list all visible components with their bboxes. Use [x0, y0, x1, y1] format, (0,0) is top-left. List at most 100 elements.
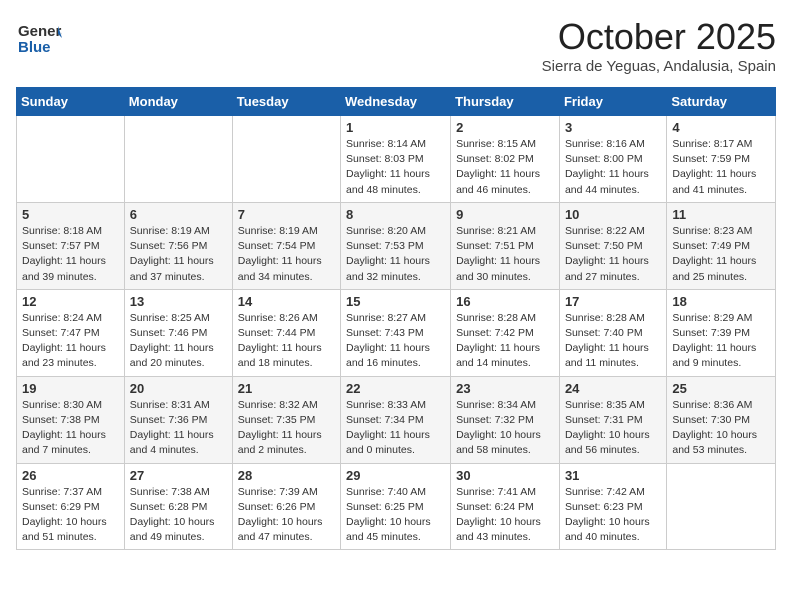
day-info: Sunrise: 7:40 AMSunset: 6:25 PMDaylight:… [346, 485, 445, 546]
calendar-cell: 1Sunrise: 8:14 AMSunset: 8:03 PMDaylight… [341, 116, 451, 203]
day-info: Sunrise: 8:23 AMSunset: 7:49 PMDaylight:… [672, 224, 770, 285]
day-number: 12 [22, 294, 119, 309]
calendar-cell: 26 Sunrise: 7:37 AMSunset: 6:29 PMDayligh… [17, 463, 125, 550]
day-number: 26 [22, 468, 119, 483]
day-info: Sunrise: 7:39 AMSunset: 6:26 PMDaylight:… [238, 485, 335, 546]
calendar-week-3: 12 Sunrise: 8:24 AMSunset: 7:47 PMDayligh… [17, 289, 776, 376]
day-info: Sunrise: 8:22 AMSunset: 7:50 PMDaylight:… [565, 224, 661, 285]
day-number: 20 [130, 381, 227, 396]
day-number: 17 [565, 294, 661, 309]
calendar-cell: 22 Sunrise: 8:33 AMSunset: 7:34 PMDayligh… [341, 376, 451, 463]
calendar-cell: 16 Sunrise: 8:28 AMSunset: 7:42 PMDayligh… [451, 289, 560, 376]
month-title: October 2025 [542, 16, 776, 58]
calendar-cell: 3 Sunrise: 8:16 AMSunset: 8:00 PMDaylight… [559, 116, 666, 203]
day-number: 13 [130, 294, 227, 309]
day-info: Sunrise: 8:19 AMSunset: 7:56 PMDaylight:… [130, 224, 227, 285]
logo: General Blue [16, 16, 62, 62]
day-info: Sunrise: 8:17 AMSunset: 7:59 PMDaylight:… [672, 137, 770, 198]
day-info: Sunrise: 8:35 AMSunset: 7:31 PMDaylight:… [565, 398, 661, 459]
calendar-cell: 17Sunrise: 8:28 AMSunset: 7:40 PMDayligh… [559, 289, 666, 376]
day-number: 1 [346, 120, 445, 135]
day-number: 28 [238, 468, 335, 483]
calendar-cell: 23Sunrise: 8:34 AMSunset: 7:32 PMDayligh… [451, 376, 560, 463]
calendar-table: SundayMondayTuesdayWednesdayThursdayFrid… [16, 87, 776, 550]
day-info: Sunrise: 7:41 AMSunset: 6:24 PMDaylight:… [456, 485, 554, 546]
calendar-week-4: 19 Sunrise: 8:30 AMSunset: 7:38 PMDayligh… [17, 376, 776, 463]
day-number: 16 [456, 294, 554, 309]
weekday-header-monday: Monday [124, 88, 232, 116]
calendar-cell: 11 Sunrise: 8:23 AMSunset: 7:49 PMDayligh… [667, 202, 776, 289]
day-number: 30 [456, 468, 554, 483]
calendar-cell: 6 Sunrise: 8:19 AMSunset: 7:56 PMDaylight… [124, 202, 232, 289]
day-info: Sunrise: 8:33 AMSunset: 7:34 PMDaylight:… [346, 398, 445, 459]
day-info: Sunrise: 7:38 AMSunset: 6:28 PMDaylight:… [130, 485, 227, 546]
calendar-cell: 8Sunrise: 8:20 AMSunset: 7:53 PMDaylight… [341, 202, 451, 289]
day-info: Sunrise: 8:19 AMSunset: 7:54 PMDaylight:… [238, 224, 335, 285]
calendar-cell: 31 Sunrise: 7:42 AMSunset: 6:23 PMDayligh… [559, 463, 666, 550]
page-header: General Blue October 2025 Sierra de Yegu… [16, 16, 776, 75]
weekday-header-tuesday: Tuesday [232, 88, 340, 116]
day-info: Sunrise: 7:42 AMSunset: 6:23 PMDaylight:… [565, 485, 661, 546]
weekday-header-row: SundayMondayTuesdayWednesdayThursdayFrid… [17, 88, 776, 116]
day-info: Sunrise: 8:21 AMSunset: 7:51 PMDaylight:… [456, 224, 554, 285]
day-number: 15 [346, 294, 445, 309]
day-number: 4 [672, 120, 770, 135]
day-number: 29 [346, 468, 445, 483]
day-number: 5 [22, 207, 119, 222]
day-number: 25 [672, 381, 770, 396]
location: Sierra de Yeguas, Andalusia, Spain [542, 58, 776, 75]
day-number: 3 [565, 120, 661, 135]
calendar-cell: 4 Sunrise: 8:17 AMSunset: 7:59 PMDaylight… [667, 116, 776, 203]
day-info: Sunrise: 8:36 AMSunset: 7:30 PMDaylight:… [672, 398, 770, 459]
calendar-cell: 19 Sunrise: 8:30 AMSunset: 7:38 PMDayligh… [17, 376, 125, 463]
weekday-header-sunday: Sunday [17, 88, 125, 116]
day-info: Sunrise: 8:29 AMSunset: 7:39 PMDaylight:… [672, 311, 770, 372]
calendar-cell [667, 463, 776, 550]
day-info: Sunrise: 8:27 AMSunset: 7:43 PMDaylight:… [346, 311, 445, 372]
day-number: 22 [346, 381, 445, 396]
calendar-cell: 12 Sunrise: 8:24 AMSunset: 7:47 PMDayligh… [17, 289, 125, 376]
day-number: 2 [456, 120, 554, 135]
day-info: Sunrise: 8:26 AMSunset: 7:44 PMDaylight:… [238, 311, 335, 372]
calendar-week-5: 26 Sunrise: 7:37 AMSunset: 6:29 PMDayligh… [17, 463, 776, 550]
calendar-cell: 13 Sunrise: 8:25 AMSunset: 7:46 PMDayligh… [124, 289, 232, 376]
calendar-cell: 30 Sunrise: 7:41 AMSunset: 6:24 PMDayligh… [451, 463, 560, 550]
calendar-cell: 27Sunrise: 7:38 AMSunset: 6:28 PMDayligh… [124, 463, 232, 550]
svg-text:Blue: Blue [18, 39, 51, 56]
weekday-header-wednesday: Wednesday [341, 88, 451, 116]
calendar-cell: 29 Sunrise: 7:40 AMSunset: 6:25 PMDayligh… [341, 463, 451, 550]
day-info: Sunrise: 8:20 AMSunset: 7:53 PMDaylight:… [346, 224, 445, 285]
calendar-cell: 14Sunrise: 8:26 AMSunset: 7:44 PMDayligh… [232, 289, 340, 376]
calendar-cell: 9 Sunrise: 8:21 AMSunset: 7:51 PMDaylight… [451, 202, 560, 289]
calendar-cell: 10Sunrise: 8:22 AMSunset: 7:50 PMDayligh… [559, 202, 666, 289]
day-info: Sunrise: 8:25 AMSunset: 7:46 PMDaylight:… [130, 311, 227, 372]
calendar-cell: 21Sunrise: 8:32 AMSunset: 7:35 PMDayligh… [232, 376, 340, 463]
day-info: Sunrise: 8:30 AMSunset: 7:38 PMDaylight:… [22, 398, 119, 459]
day-info: Sunrise: 8:28 AMSunset: 7:42 PMDaylight:… [456, 311, 554, 372]
day-info: Sunrise: 8:15 AMSunset: 8:02 PMDaylight:… [456, 137, 554, 198]
calendar-cell: 15 Sunrise: 8:27 AMSunset: 7:43 PMDayligh… [341, 289, 451, 376]
day-info: Sunrise: 8:18 AMSunset: 7:57 PMDaylight:… [22, 224, 119, 285]
day-info: Sunrise: 8:32 AMSunset: 7:35 PMDaylight:… [238, 398, 335, 459]
calendar-cell: 25 Sunrise: 8:36 AMSunset: 7:30 PMDayligh… [667, 376, 776, 463]
weekday-header-friday: Friday [559, 88, 666, 116]
day-number: 19 [22, 381, 119, 396]
day-number: 6 [130, 207, 227, 222]
day-number: 7 [238, 207, 335, 222]
day-info: Sunrise: 8:24 AMSunset: 7:47 PMDaylight:… [22, 311, 119, 372]
day-number: 31 [565, 468, 661, 483]
calendar-cell: 7 Sunrise: 8:19 AMSunset: 7:54 PMDaylight… [232, 202, 340, 289]
day-info: Sunrise: 8:31 AMSunset: 7:36 PMDaylight:… [130, 398, 227, 459]
day-info: Sunrise: 8:16 AMSunset: 8:00 PMDaylight:… [565, 137, 661, 198]
day-number: 9 [456, 207, 554, 222]
calendar-week-1: 1Sunrise: 8:14 AMSunset: 8:03 PMDaylight… [17, 116, 776, 203]
svg-text:General: General [18, 23, 62, 40]
title-block: October 2025 Sierra de Yeguas, Andalusia… [542, 16, 776, 75]
calendar-cell: 5 Sunrise: 8:18 AMSunset: 7:57 PMDaylight… [17, 202, 125, 289]
weekday-header-thursday: Thursday [451, 88, 560, 116]
calendar-week-2: 5 Sunrise: 8:18 AMSunset: 7:57 PMDaylight… [17, 202, 776, 289]
day-info: Sunrise: 7:37 AMSunset: 6:29 PMDaylight:… [22, 485, 119, 546]
logo-svg: General Blue [16, 16, 62, 62]
day-number: 11 [672, 207, 770, 222]
calendar-cell: 2 Sunrise: 8:15 AMSunset: 8:02 PMDaylight… [451, 116, 560, 203]
